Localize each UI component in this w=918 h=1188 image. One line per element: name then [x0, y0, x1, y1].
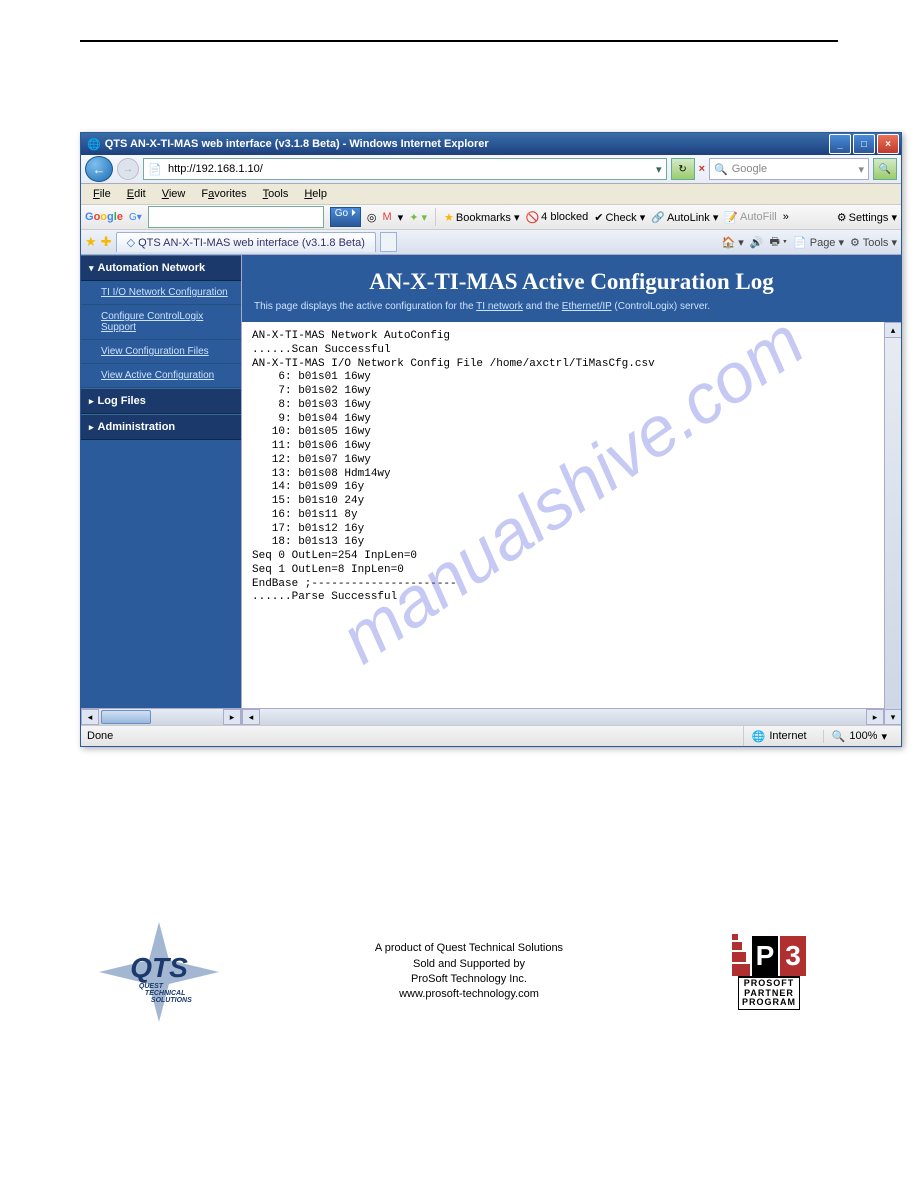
- scroll-right-button[interactable]: ▸: [223, 709, 241, 725]
- browser-tab[interactable]: ◇ QTS AN-X-TI-MAS web interface (v3.1.8 …: [116, 232, 376, 252]
- link-ti-network[interactable]: TI network: [476, 301, 523, 312]
- page-icon: 📄: [148, 162, 162, 176]
- page-divider: [80, 40, 838, 42]
- scroll-left-button[interactable]: ◂: [81, 709, 99, 725]
- browser-window: 🌐 QTS AN-X-TI-MAS web interface (v3.1.8 …: [80, 132, 902, 747]
- log-output: AN-X-TI-MAS Network AutoConfig ......Sca…: [242, 322, 884, 708]
- sidebar-section-automation-network[interactable]: Automation Network: [81, 255, 241, 281]
- status-text: Done: [87, 730, 735, 742]
- page-footer: QTS QUEST TECHNICAL SOLUTIONS A product …: [99, 927, 819, 1017]
- google-more-icon[interactable]: »: [783, 211, 789, 223]
- main-vscrollbar[interactable]: ▴ ▾: [884, 322, 901, 725]
- rss-button[interactable]: 🔊: [750, 236, 764, 249]
- address-bar[interactable]: 📄 ▾: [143, 158, 667, 180]
- sidebar-hscrollbar[interactable]: ◂ ▸: [81, 708, 241, 725]
- p3-logo: P 3 PROSOFT PARTNER PROGRAM: [719, 934, 819, 1011]
- google-bookmarks[interactable]: ★ Bookmarks ▾: [444, 211, 519, 224]
- add-favorite-icon[interactable]: ✚: [101, 234, 112, 250]
- main-scroll-down[interactable]: ▾: [884, 709, 901, 725]
- command-bar: 🏠 ▾ 🔊 🖶 ▾ 📄 Page ▾ ⚙ Tools ▾: [721, 233, 897, 252]
- scroll-thumb[interactable]: [101, 710, 151, 724]
- tab-title: QTS AN-X-TI-MAS web interface (v3.1.8 Be…: [138, 237, 365, 249]
- security-zone[interactable]: 🌐 Internet: [743, 726, 815, 746]
- refresh-button[interactable]: ↻: [671, 158, 695, 180]
- window-title: QTS AN-X-TI-MAS web interface (v3.1.8 Be…: [105, 138, 829, 150]
- tools-menu[interactable]: ⚙ Tools ▾: [850, 236, 897, 249]
- home-button[interactable]: 🏠 ▾: [721, 236, 743, 249]
- qts-logo-text: QTS: [130, 952, 188, 984]
- sidebar-item-config-controllogix[interactable]: Configure ControlLogix Support: [81, 305, 241, 340]
- zoom-control[interactable]: 🔍 100% ▾: [823, 730, 895, 743]
- address-dropdown-icon[interactable]: ▾: [656, 163, 662, 176]
- sidebar-section-log-files[interactable]: Log Files: [81, 388, 241, 414]
- page-menu[interactable]: 📄 Page ▾: [793, 236, 844, 249]
- globe-icon: 🌐: [752, 730, 766, 743]
- main-hscrollbar[interactable]: ◂ ▸: [242, 708, 884, 725]
- sidebar-fill: [81, 440, 241, 708]
- close-button[interactable]: ×: [877, 134, 899, 154]
- zoom-icon: 🔍: [832, 730, 846, 743]
- sidebar-item-view-active-config[interactable]: View Active Configuration: [81, 364, 241, 388]
- zoom-dropdown-icon[interactable]: ▾: [881, 730, 887, 743]
- main-scroll-right[interactable]: ▸: [866, 709, 884, 725]
- google-check[interactable]: ✔ Check ▾: [594, 211, 645, 224]
- page-subtext: This page displays the active configurat…: [254, 301, 889, 312]
- back-button[interactable]: ←: [85, 156, 113, 182]
- google-go-button[interactable]: Go ⏵: [330, 207, 361, 227]
- google-autofill[interactable]: 📝 AutoFill: [724, 211, 776, 224]
- minimize-button[interactable]: _: [829, 134, 851, 154]
- menu-favorites[interactable]: Favorites: [193, 186, 254, 202]
- google-target-icon[interactable]: ◎: [367, 211, 377, 224]
- status-bar: Done 🌐 Internet 🔍 100% ▾: [81, 725, 901, 746]
- main-header: AN-X-TI-MAS Active Configuration Log Thi…: [242, 255, 901, 322]
- google-blocked[interactable]: 🚫 4 blocked: [525, 211, 588, 224]
- content-area: Automation Network TI I/O Network Config…: [81, 255, 901, 725]
- zone-label: Internet: [769, 730, 806, 742]
- maximize-button[interactable]: □: [853, 134, 875, 154]
- sidebar-section-administration[interactable]: Administration: [81, 414, 241, 440]
- forward-button[interactable]: →: [117, 158, 139, 180]
- url-input[interactable]: [166, 162, 652, 176]
- tab-bar: ★ ✚ ◇ QTS AN-X-TI-MAS web interface (v3.…: [81, 230, 901, 255]
- stop-button[interactable]: ×: [699, 163, 705, 175]
- page-heading: AN-X-TI-MAS Active Configuration Log: [254, 269, 889, 295]
- google-autolink[interactable]: 🔗 AutoLink ▾: [651, 211, 718, 224]
- search-go-button[interactable]: 🔍: [873, 158, 897, 180]
- qts-logo-subtitle: QUEST TECHNICAL SOLUTIONS: [139, 983, 192, 1004]
- print-button[interactable]: 🖶 ▾: [769, 233, 787, 252]
- google-search-input[interactable]: [148, 206, 324, 228]
- menu-bar: File Edit View Favorites Tools Help: [81, 184, 901, 205]
- link-ethernet-ip[interactable]: Ethernet/IP: [562, 301, 612, 312]
- menu-help[interactable]: Help: [296, 186, 335, 202]
- title-bar: 🌐 QTS AN-X-TI-MAS web interface (v3.1.8 …: [81, 133, 901, 155]
- google-toolbar: Google G▾ Go ⏵ ◎ M ▾ ✦ ▾ ★ Bookmarks ▾ 🚫…: [81, 205, 901, 230]
- qts-logo: QTS QUEST TECHNICAL SOLUTIONS: [99, 927, 219, 1017]
- search-provider-icon: 🔍: [714, 163, 728, 176]
- ie-icon: 🌐: [87, 138, 101, 151]
- favorites-star-icon[interactable]: ★: [85, 234, 97, 250]
- search-placeholder: Google: [732, 163, 767, 175]
- zoom-value: 100%: [849, 730, 877, 742]
- menu-tools[interactable]: Tools: [255, 186, 297, 202]
- search-dropdown-icon[interactable]: ▾: [858, 163, 864, 176]
- main-scroll-left[interactable]: ◂: [242, 709, 260, 725]
- tab-icon: ◇: [127, 237, 135, 249]
- menu-edit[interactable]: Edit: [119, 186, 154, 202]
- sidebar-item-view-config-files[interactable]: View Configuration Files: [81, 340, 241, 364]
- main-scroll-up[interactable]: ▴: [884, 322, 901, 338]
- menu-view[interactable]: View: [154, 186, 194, 202]
- sidebar: Automation Network TI I/O Network Config…: [81, 255, 242, 725]
- search-box[interactable]: 🔍 Google ▾: [709, 158, 869, 180]
- new-tab-button[interactable]: [380, 232, 397, 252]
- navigation-bar: ← → 📄 ▾ ↻ × 🔍 Google ▾ 🔍: [81, 155, 901, 184]
- footer-text: A product of Quest Technical Solutions S…: [219, 941, 719, 1003]
- main-panel: AN-X-TI-MAS Active Configuration Log Thi…: [242, 255, 901, 725]
- gmail-icon[interactable]: M: [383, 211, 392, 223]
- sidebar-item-ti-io-network[interactable]: TI I/O Network Configuration: [81, 281, 241, 305]
- google-logo: Google: [85, 211, 123, 223]
- google-wand-icon[interactable]: ✦ ▾: [409, 211, 427, 224]
- google-settings[interactable]: ⚙ Settings ▾: [837, 211, 897, 224]
- menu-file[interactable]: File: [85, 186, 119, 202]
